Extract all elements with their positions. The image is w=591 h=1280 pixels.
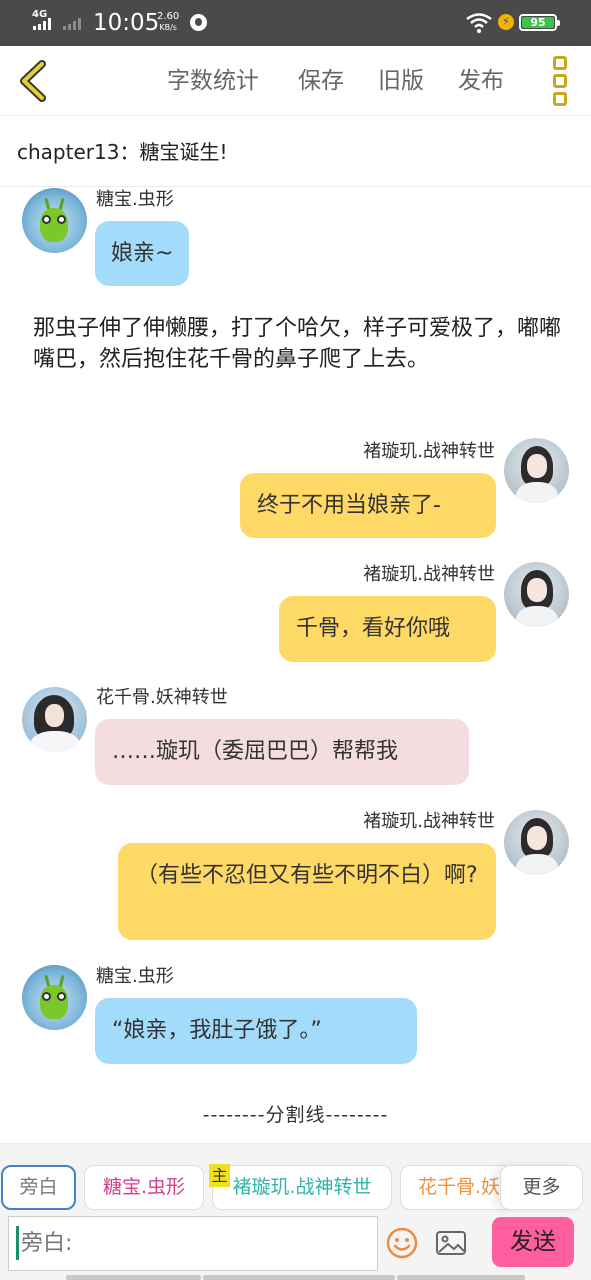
text-caret	[16, 1226, 19, 1260]
role-selector-bar: 旁白 糖宝.虫形 褚璇玑.战神转世 主 花千骨.妖神转世 更多	[0, 1143, 591, 1213]
role-chip-tangbao[interactable]: 糖宝.虫形	[84, 1165, 204, 1210]
speaker-name: 褚璇玑.战神转世	[363, 564, 495, 585]
speaker-name: 褚璇玑.战神转世	[363, 811, 495, 832]
speed-value: 2.60	[157, 11, 180, 22]
message-input-bar: 发送	[0, 1213, 591, 1280]
role-chip-xuanji[interactable]: 褚璇玑.战神转世	[212, 1165, 392, 1210]
girl-avatar[interactable]	[504, 438, 569, 503]
battery-icon: 95	[519, 14, 560, 31]
more-roles-button[interactable]: 更多	[500, 1165, 583, 1210]
girl-avatar[interactable]	[504, 562, 569, 627]
narration-text[interactable]: 那虫子伸了伸懒腰，打了个哈欠，样子可爱极了，嘟嘟嘴巴，然后抱住花千骨的鼻子爬了上…	[33, 313, 565, 375]
hua-avatar[interactable]	[22, 687, 87, 752]
caterpillar-avatar[interactable]	[22, 965, 87, 1030]
old-version-button[interactable]: 旧版	[378, 65, 424, 97]
message-input[interactable]	[8, 1216, 378, 1271]
chevron-left-icon	[20, 60, 46, 102]
send-button[interactable]: 发送	[492, 1217, 574, 1267]
message-bubble[interactable]: “娘亲，我肚子饿了。”	[95, 998, 417, 1064]
globe-icon	[190, 14, 207, 31]
message-bubble[interactable]: 千骨，看好你哦	[279, 596, 496, 662]
network-speed: 2.60 KB/s	[157, 11, 179, 33]
status-time: 10:05	[93, 10, 160, 36]
signal-icon	[33, 18, 51, 30]
smiley-icon[interactable]	[386, 1227, 418, 1259]
message-bubble[interactable]: （有些不忍但又有些不明不白）啊?	[118, 843, 496, 940]
message-bubble[interactable]: 终于不用当娘亲了-	[240, 473, 496, 538]
chapter-header: chapter13：糖宝诞生!	[0, 117, 591, 187]
speaker-name: 褚璇玑.战神转世	[363, 441, 495, 462]
image-icon[interactable]	[435, 1227, 467, 1259]
speed-unit: KB/s	[159, 23, 177, 32]
girl-avatar[interactable]	[504, 810, 569, 875]
chapter-title[interactable]: chapter13：糖宝诞生!	[17, 117, 591, 187]
wifi-icon	[466, 13, 492, 33]
main-role-badge: 主	[209, 1164, 230, 1187]
section-divider[interactable]: --------分割线--------	[0, 1100, 591, 1127]
message-bubble[interactable]: 娘亲~	[95, 221, 190, 286]
nav-indicator	[203, 1275, 395, 1280]
nav-indicator	[397, 1275, 525, 1280]
editor-toolbar: 字数统计 保存 旧版 发布	[0, 46, 591, 116]
status-bar: 4G 10:05 2.60 KB/s ⚡ 95	[0, 0, 591, 46]
role-chip-narrator[interactable]: 旁白	[1, 1165, 76, 1210]
publish-button[interactable]: 发布	[458, 65, 504, 97]
back-button[interactable]	[12, 58, 56, 104]
speaker-name: 糖宝.虫形	[96, 189, 174, 210]
more-menu-icon[interactable]	[549, 56, 571, 106]
caterpillar-avatar[interactable]	[22, 188, 87, 253]
word-count-button[interactable]: 字数统计	[167, 65, 259, 97]
role-chip-huaqiangu[interactable]: 花千骨.妖神转世	[400, 1165, 515, 1210]
speaker-name: 糖宝.虫形	[96, 966, 174, 987]
signal-secondary-icon	[63, 18, 81, 30]
nav-indicator	[66, 1275, 201, 1280]
battery-level: 95	[522, 17, 554, 28]
save-button[interactable]: 保存	[298, 65, 344, 97]
charging-icon: ⚡	[498, 14, 514, 30]
message-bubble[interactable]: ……璇玑（委屈巴巴）帮帮我	[95, 719, 469, 785]
speaker-name: 花千骨.妖神转世	[96, 687, 228, 708]
